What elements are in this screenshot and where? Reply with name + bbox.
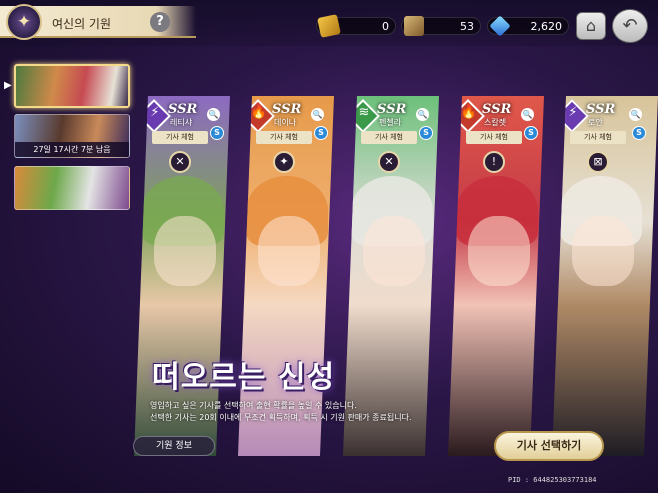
weapon-class-icon: ⊠: [587, 151, 609, 173]
character-name: 펜첼라: [379, 118, 402, 127]
home-button[interactable]: ⌂: [576, 12, 606, 40]
magnifier-icon[interactable]: 🔍: [207, 108, 220, 121]
character-face: [468, 216, 530, 286]
character-card[interactable]: ⚡ SSR 로안 🔍 기사 체험 S ⊠: [552, 96, 658, 456]
trial-button[interactable]: 기사 체험: [256, 131, 312, 144]
resource-gems: 2,620: [487, 15, 569, 37]
home-icon: ⌂: [585, 16, 597, 35]
event-desc-line: 선택한 기사는 20회 이내에 무조건 획득하며, 획득 시 기원 판매가 종료…: [150, 413, 412, 422]
page-title: 여신의 기원: [52, 17, 112, 31]
trial-button[interactable]: 기사 체험: [152, 131, 208, 144]
character-name: 스칼렛: [484, 118, 507, 127]
weapon-class-icon: ✕: [169, 151, 191, 173]
skill-badge-icon: S: [632, 126, 646, 140]
rank-label: SSR: [272, 102, 302, 117]
magnifier-icon[interactable]: 🔍: [416, 108, 429, 121]
player-id: PID : 644825303773184: [508, 476, 597, 484]
wind-element-glyph: ≋: [358, 105, 370, 120]
banner-thumb-limited[interactable]: 27일 17시간 7분 남음: [14, 114, 130, 158]
skill-badge-icon: S: [524, 126, 538, 140]
diamond-gem-icon: [489, 15, 511, 37]
resource-tickets: 0: [316, 14, 396, 38]
character-face: [363, 216, 425, 286]
compass-emblem-icon: ✦: [6, 4, 42, 40]
character-face: [572, 216, 634, 286]
trial-button[interactable]: 기사 체험: [570, 131, 626, 144]
resource-value: 53: [460, 20, 474, 33]
summon-ticket-icon: [317, 14, 341, 38]
character-name: 데이나: [274, 118, 297, 127]
knight-book-icon: [404, 16, 424, 36]
rank-label: SSR: [168, 102, 198, 117]
banner-thumb-rising-star[interactable]: [14, 64, 130, 108]
dark-element-glyph: ⚡: [568, 105, 578, 120]
magnifier-icon[interactable]: 🔍: [311, 108, 324, 121]
character-face: [258, 216, 320, 286]
resource-value: 2,620: [530, 20, 563, 33]
character-name: 로안: [588, 118, 603, 127]
magnifier-icon[interactable]: 🔍: [521, 108, 534, 121]
rank-label: SSR: [482, 102, 512, 117]
back-button[interactable]: ↶: [612, 9, 648, 43]
resource-value: 0: [382, 20, 389, 33]
weapon-class-icon: ✕: [378, 151, 400, 173]
skill-badge-icon: S: [210, 126, 224, 140]
skill-badge-icon: S: [419, 126, 433, 140]
fire-element-glyph: 🔥: [250, 105, 268, 120]
banner-timer: 27일 17시간 7분 남음: [15, 142, 129, 157]
character-name: 레티샤: [170, 118, 193, 127]
event-desc-line: 영입하고 싶은 기사를 선택하여 출현 확률을 높일 수 있습니다.: [150, 401, 357, 410]
event-description: 영입하고 싶은 기사를 선택하여 출현 확률을 높일 수 있습니다. 선택한 기…: [150, 400, 470, 424]
resource-books: 53: [401, 16, 481, 36]
character-face: [154, 216, 216, 286]
rank-label: SSR: [586, 102, 616, 117]
banner-thumb-group[interactable]: [14, 166, 130, 210]
event-title: 떠오르는 신성: [152, 360, 336, 395]
summon-info-button[interactable]: 기원 정보: [133, 436, 215, 456]
trial-button[interactable]: 기사 체험: [466, 131, 522, 144]
fire-element-glyph: 🔥: [460, 105, 478, 120]
weapon-class-icon: !: [483, 151, 505, 173]
weapon-class-icon: ✦: [273, 151, 295, 173]
selection-pointer-icon: ▶: [4, 80, 12, 91]
select-knight-button[interactable]: 기사 선택하기: [494, 431, 604, 461]
question-icon[interactable]: ?: [150, 12, 170, 32]
back-arrow-icon: ↶: [622, 15, 638, 36]
trial-button[interactable]: 기사 체험: [361, 131, 417, 144]
dark-element-glyph: ⚡: [150, 105, 160, 120]
magnifier-icon[interactable]: 🔍: [629, 108, 642, 121]
rank-label: SSR: [377, 102, 407, 117]
skill-badge-icon: S: [314, 126, 328, 140]
